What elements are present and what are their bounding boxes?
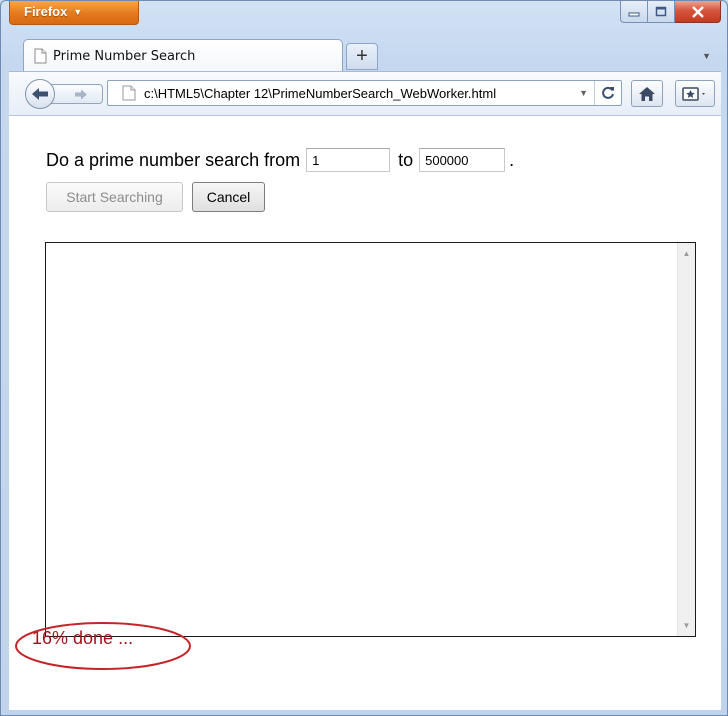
page-icon bbox=[122, 85, 136, 101]
url-text[interactable]: c:\HTML5\Chapter 12\PrimeNumberSearch_We… bbox=[144, 86, 579, 101]
navigation-toolbar: c:\HTML5\Chapter 12\PrimeNumberSearch_We… bbox=[9, 71, 721, 115]
maximize-button[interactable] bbox=[648, 1, 675, 23]
vertical-scrollbar[interactable]: ▲ ▼ bbox=[677, 243, 695, 636]
tab-title: Prime Number Search bbox=[53, 48, 196, 64]
home-button[interactable] bbox=[631, 80, 663, 107]
cancel-button[interactable]: Cancel bbox=[192, 182, 265, 212]
to-label: to bbox=[398, 149, 414, 170]
back-forward-group bbox=[25, 79, 107, 109]
forward-button[interactable] bbox=[49, 84, 103, 104]
tab-list-dropdown-icon[interactable]: ▼ bbox=[702, 51, 711, 61]
close-icon bbox=[691, 5, 704, 18]
search-range-row: Do a prime number search from to . bbox=[46, 148, 514, 172]
minimize-icon bbox=[628, 12, 640, 16]
scroll-down-icon[interactable]: ▼ bbox=[678, 617, 695, 634]
new-tab-icon: + bbox=[356, 45, 368, 67]
home-icon bbox=[639, 86, 655, 101]
prime-results-box[interactable]: ▲ ▼ bbox=[45, 242, 696, 637]
bookmarks-button[interactable] bbox=[675, 80, 715, 107]
new-tab-button[interactable]: + bbox=[346, 43, 378, 70]
forward-icon bbox=[75, 89, 87, 99]
search-prompt: Do a prime number search from bbox=[46, 149, 301, 170]
tab-prime-number-search[interactable]: Prime Number Search bbox=[23, 39, 343, 72]
bookmarks-icon bbox=[682, 86, 705, 101]
window-controls bbox=[620, 1, 721, 23]
close-button[interactable] bbox=[675, 1, 721, 23]
from-number-input[interactable] bbox=[306, 148, 391, 172]
reload-icon bbox=[602, 86, 614, 99]
back-button[interactable] bbox=[25, 79, 55, 109]
back-icon bbox=[32, 88, 48, 100]
reload-button[interactable] bbox=[594, 81, 621, 105]
minimize-button[interactable] bbox=[620, 1, 648, 23]
start-searching-button[interactable]: Start Searching bbox=[46, 182, 183, 212]
to-number-input[interactable] bbox=[419, 148, 506, 172]
sentence-period: . bbox=[509, 149, 515, 170]
browser-window: Firefox ▼ Prime Number Search + ▼ c:\HTM… bbox=[0, 0, 728, 716]
page-icon bbox=[34, 48, 47, 64]
maximize-icon bbox=[655, 6, 667, 17]
firefox-menu-label: Firefox bbox=[24, 4, 68, 19]
dropdown-icon[interactable]: ▼ bbox=[579, 88, 588, 98]
firefox-menu-button[interactable]: Firefox ▼ bbox=[9, 1, 139, 25]
highlight-oval bbox=[15, 622, 191, 670]
page-content: Do a prime number search from to . Start… bbox=[9, 115, 721, 710]
chevron-down-icon: ▼ bbox=[73, 7, 83, 17]
address-bar[interactable]: c:\HTML5\Chapter 12\PrimeNumberSearch_We… bbox=[107, 80, 622, 106]
scroll-up-icon[interactable]: ▲ bbox=[678, 245, 695, 262]
